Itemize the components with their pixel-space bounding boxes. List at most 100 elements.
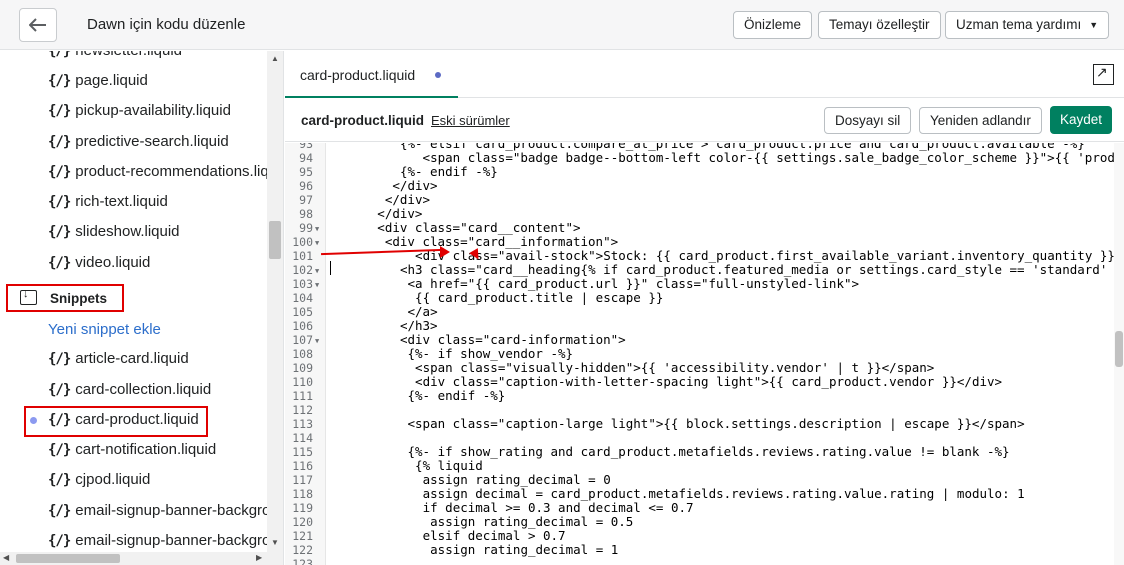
liquid-file-icon: {/} (48, 351, 71, 367)
line-number: 105 (292, 305, 313, 319)
line-number: 106 (292, 319, 313, 333)
fold-toggle-icon[interactable]: ▼ (315, 222, 319, 236)
file-item[interactable]: {/} newsletter.liquid (48, 51, 182, 62)
file-item[interactable]: {/} rich-text.liquid (48, 191, 168, 213)
file-item[interactable]: {/} article-card.liquid (48, 348, 189, 370)
fold-toggle-icon[interactable]: ▼ (315, 236, 319, 250)
line-number: 123 (292, 557, 313, 565)
line-number: 110 (292, 375, 313, 389)
scroll-down-icon[interactable]: ▼ (271, 538, 279, 547)
scroll-up-icon[interactable]: ▲ (271, 54, 279, 63)
liquid-file-icon: {/} (48, 164, 71, 180)
line-number: 121 (292, 529, 313, 543)
code-line: 119 if decimal >= 0.3 and decimal <= 0.7 (285, 500, 1114, 516)
scrollbar-thumb[interactable] (1115, 331, 1123, 367)
file-item[interactable]: {/} predictive-search.liquid (48, 131, 229, 153)
code-line: 107 ▼ <div class="card-information"> (285, 332, 1114, 348)
scrollbar-thumb[interactable] (16, 554, 120, 563)
line-number: 112 (292, 403, 313, 417)
file-item[interactable]: {/} pickup-availability.liquid (48, 100, 231, 122)
arrow-left-icon (29, 18, 46, 32)
file-item[interactable]: {/} slideshow.liquid (48, 221, 180, 243)
code-line: 105 </a> (285, 304, 1114, 320)
line-number: 94 (299, 151, 313, 165)
expert-help-button[interactable]: Uzman tema yardımı ▼ (945, 11, 1110, 39)
code-area[interactable]: 93 {%- elsif card_product.compare_at_pric… (285, 143, 1124, 565)
code-text: <div class="card-information"> (399, 332, 626, 347)
file-item[interactable]: {/} page.liquid (48, 70, 148, 92)
customize-theme-button[interactable]: Temayı özelleştir (818, 11, 941, 39)
line-number: 97 (299, 193, 313, 207)
snippets-folder-label[interactable]: Snippets (50, 291, 107, 306)
code-text: assign decimal = card_product.metafields… (422, 486, 1025, 501)
code-text: {%- if show_rating and card_product.meta… (407, 444, 1010, 459)
file-item[interactable]: {/} cjpod.liquid (48, 469, 150, 491)
fold-toggle-icon[interactable]: ▼ (315, 264, 319, 278)
line-number: 99 (299, 221, 313, 235)
new-snippet-link[interactable]: Yeni snippet ekle (48, 321, 161, 338)
tab-card-product[interactable]: card-product.liquid (285, 51, 458, 98)
sidebar-scrollbar[interactable]: ▲ ▼ (267, 51, 283, 565)
code-line: 103 ▼ <a href="{{ card_product.url }}" cla… (285, 276, 1114, 292)
file-item[interactable]: {/} video.liquid (48, 252, 150, 274)
liquid-file-icon: {/} (48, 194, 71, 210)
liquid-file-icon: {/} (48, 442, 71, 458)
line-number: 102 (292, 263, 313, 277)
code-text: if decimal >= 0.3 and decimal <= 0.7 (422, 500, 694, 515)
code-text: </h3> (399, 318, 438, 333)
code-line: 122 assign rating_decimal = 1 (285, 543, 1114, 558)
liquid-file-icon: {/} (48, 255, 71, 271)
code-text: {%- endif -%} (407, 388, 506, 403)
code-line: 109 <span class="visually-hidden">{{ 'acc… (285, 360, 1114, 376)
line-number: 115 (292, 445, 313, 459)
file-label: card-collection.liquid (75, 381, 212, 398)
file-item[interactable]: {/} product-recommendations.liquid (48, 161, 283, 183)
file-item[interactable]: {/}email-signup-banner-background.liquid (48, 500, 283, 522)
code-text: {{ card_product.title | escape }} (415, 290, 664, 305)
scroll-left-icon[interactable]: ◀ (3, 553, 9, 562)
code-scrollbar[interactable] (1114, 143, 1124, 565)
code-text: <div class="card__information"> (384, 234, 619, 249)
file-item-active[interactable]: {/} card-product.liquid (48, 409, 199, 431)
code-text: {% liquid (415, 458, 483, 473)
save-button[interactable]: Kaydet (1049, 106, 1112, 134)
back-button[interactable] (19, 8, 57, 42)
file-label: card-product.liquid (75, 411, 199, 428)
scrollbar-thumb[interactable] (269, 221, 281, 259)
annotation-arrow-head (440, 246, 450, 258)
expand-icon[interactable] (1093, 64, 1114, 85)
preview-button[interactable]: Önizleme (733, 11, 813, 39)
sidebar-horizontal-scrollbar[interactable]: ◀ ▶ (0, 552, 267, 565)
file-item[interactable]: {/}email-signup-banner-background-mobile… (48, 530, 283, 552)
scroll-right-icon[interactable]: ▶ (256, 553, 262, 562)
line-number: 98 (299, 207, 313, 221)
expert-help-label: Uzman tema yardımı (956, 17, 1082, 32)
line-number: 114 (292, 431, 313, 445)
text-cursor (330, 261, 331, 275)
old-versions-link[interactable]: Eski sürümler (431, 113, 510, 128)
file-item[interactable]: {/} cart-notification.liquid (48, 439, 216, 461)
code-text: <div class="avail-stock">Stock: {{ card_… (415, 248, 1124, 263)
line-number: 96 (299, 179, 313, 193)
rename-button[interactable]: Yeniden adlandır (919, 107, 1042, 134)
code-text: <span class="visually-hidden">{{ 'access… (415, 360, 935, 375)
code-line: 97 </div> (285, 193, 1114, 208)
liquid-file-icon: {/} (48, 103, 71, 119)
code-text: </a> (407, 304, 438, 319)
fold-toggle-icon[interactable]: ▼ (315, 278, 319, 292)
file-item[interactable]: {/} card-collection.liquid (48, 379, 211, 401)
code-text: <a href="{{ card_product.url }}" class="… (407, 276, 860, 291)
line-number: 113 (292, 417, 313, 431)
file-label: email-signup-banner-background.liquid (75, 502, 283, 519)
liquid-file-icon: {/} (48, 472, 71, 488)
file-label: cjpod.liquid (75, 471, 151, 488)
file-label: page.liquid (75, 72, 148, 89)
file-label: rich-text.liquid (75, 193, 168, 210)
tab-label: card-product.liquid (300, 67, 416, 83)
code-text: </div> (392, 178, 438, 193)
code-line: 115 {%- if show_rating and card_product.m… (285, 444, 1114, 460)
fold-toggle-icon[interactable]: ▼ (315, 334, 319, 348)
delete-file-button[interactable]: Dosyayı sil (824, 107, 912, 134)
file-label: article-card.liquid (75, 350, 189, 367)
file-label: predictive-search.liquid (75, 133, 229, 150)
